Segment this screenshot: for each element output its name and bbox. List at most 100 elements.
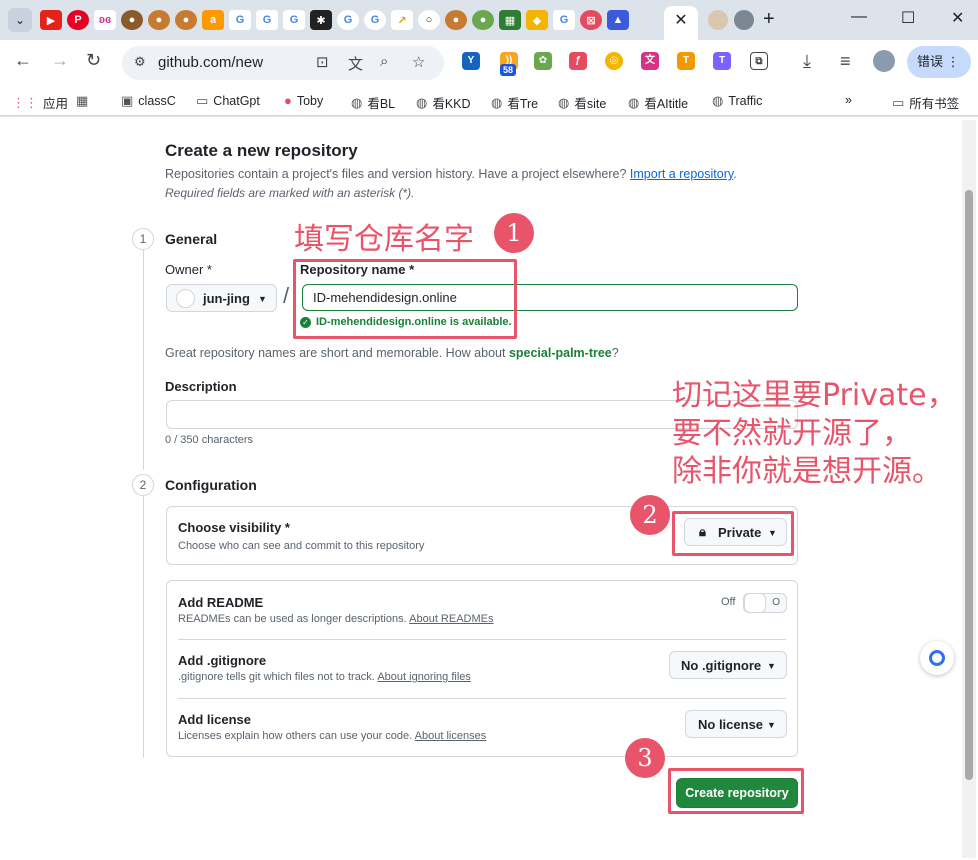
extension-icon[interactable]: ✿ bbox=[534, 52, 552, 70]
assistant-widget-icon[interactable] bbox=[920, 641, 954, 675]
char-count: 0 / 350 characters bbox=[165, 434, 254, 446]
owner-avatar bbox=[176, 289, 195, 308]
name-suggestion: Great repository names are short and mem… bbox=[165, 346, 619, 360]
extension-icon[interactable]: ƒ bbox=[569, 52, 587, 70]
tab-icon[interactable]: ● bbox=[445, 10, 467, 30]
import-repository-link[interactable]: Import a repository bbox=[630, 167, 733, 181]
butterfly-tab-icon[interactable]: ʚɞ bbox=[94, 10, 116, 30]
tab-icon[interactable]: ▲ bbox=[607, 10, 629, 30]
tab-icon[interactable] bbox=[708, 10, 728, 30]
extension-icon[interactable]: 文 bbox=[641, 52, 659, 70]
caret-down-icon: ▼ bbox=[258, 294, 267, 304]
subtitle-end: . bbox=[733, 167, 737, 181]
maximize-icon[interactable]: ☐ bbox=[901, 8, 915, 28]
google-tab-icon[interactable]: G bbox=[337, 10, 359, 30]
tab-strip: ⌄ ▶ P ʚɞ ● ● ● a G G G ✱ G G ↗ ○ ● ● ▦ ◆… bbox=[0, 0, 978, 40]
annotation-marker-3: 3 bbox=[625, 738, 665, 778]
tab-icon[interactable]: ● bbox=[472, 10, 494, 30]
url-text[interactable]: github.com/new bbox=[158, 54, 263, 71]
tab-icon[interactable]: ▦ bbox=[499, 10, 521, 30]
tab-icon[interactable]: ○ bbox=[418, 10, 440, 30]
extension-icon[interactable]: ◎ bbox=[605, 52, 623, 70]
forward-arrow-icon[interactable]: → bbox=[51, 50, 69, 71]
about-ignoring-files-link[interactable]: About ignoring files bbox=[377, 671, 471, 683]
download-icon[interactable]: ⤓ bbox=[803, 51, 811, 72]
zoom-icon[interactable]: ⌕ bbox=[380, 53, 388, 70]
error-button[interactable]: 错误 ⋮ bbox=[907, 46, 971, 78]
tab-icon[interactable]: ● bbox=[175, 10, 197, 30]
media-control-icon[interactable]: ≡ bbox=[840, 51, 851, 72]
bookmark-label: Traffic bbox=[728, 94, 763, 108]
google-tab-icon[interactable]: G bbox=[256, 10, 278, 30]
all-bookmarks[interactable]: ▭ 所有书签 bbox=[892, 93, 959, 112]
license-title: Add license bbox=[178, 712, 251, 727]
extension-icon[interactable]: T bbox=[713, 52, 731, 70]
suggested-name-link[interactable]: special-palm-tree bbox=[509, 346, 612, 360]
extensions-puzzle-icon[interactable]: ⧉ bbox=[750, 52, 768, 70]
owner-select[interactable]: jun-jing ▼ bbox=[166, 284, 277, 312]
youtube-tab-icon[interactable]: ▶ bbox=[40, 10, 62, 30]
readme-desc-text: READMEs can be used as longer descriptio… bbox=[178, 613, 407, 625]
bookmark-toby[interactable]: ● Toby bbox=[284, 93, 323, 108]
google-tab-icon[interactable]: G bbox=[364, 10, 386, 30]
bookmark-grid[interactable]: ▦ bbox=[76, 93, 93, 109]
profile-avatar[interactable] bbox=[873, 50, 895, 72]
back-arrow-icon[interactable]: ← bbox=[14, 50, 32, 71]
address-bar[interactable]: ⚙ github.com/new ⊡ 文 ⌕ ☆ bbox=[122, 46, 444, 80]
license-select[interactable]: No license ▼ bbox=[685, 710, 787, 738]
reload-icon[interactable]: ↻ bbox=[86, 50, 101, 71]
owner-label: Owner * bbox=[165, 262, 212, 277]
globe-icon: ◍ bbox=[351, 94, 363, 110]
globe-tab-icon[interactable] bbox=[734, 10, 754, 30]
tab-icon[interactable]: ● bbox=[121, 10, 143, 30]
caret-down-icon: ▼ bbox=[767, 720, 776, 730]
extension-icon[interactable]: Y bbox=[462, 52, 480, 70]
annotation-box-repo-name bbox=[293, 259, 517, 339]
google-tab-icon[interactable]: G bbox=[229, 10, 251, 30]
bookmark-chatgpt[interactable]: ▭ ChatGpt bbox=[196, 93, 260, 109]
bookmark-star-icon[interactable]: ☆ bbox=[412, 53, 425, 71]
globe-icon: ◍ bbox=[558, 94, 570, 110]
bookmark-classc[interactable]: ▣ classC bbox=[121, 93, 176, 109]
globe-icon: ◍ bbox=[491, 94, 503, 110]
minimize-icon[interactable]: — bbox=[851, 8, 867, 26]
bookmark-bl[interactable]: ◍ 看BL bbox=[351, 93, 395, 112]
install-app-icon[interactable]: ⊡ bbox=[316, 53, 329, 71]
about-readmes-link[interactable]: About READMEs bbox=[409, 613, 493, 625]
bookmark-kkd[interactable]: ◍ 看KKD bbox=[416, 93, 471, 112]
active-tab-close-icon[interactable]: ✕ bbox=[664, 6, 698, 40]
subtitle-text: Repositories contain a project's files a… bbox=[165, 167, 627, 181]
amazon-tab-icon[interactable]: a bbox=[202, 10, 224, 30]
section-title-general: General bbox=[165, 231, 218, 247]
step-connector bbox=[143, 250, 144, 470]
bookmark-tre[interactable]: ◍ 看Tre bbox=[491, 93, 538, 112]
tab-icon[interactable]: ● bbox=[148, 10, 170, 30]
divider bbox=[178, 639, 786, 640]
bookmark-label: 应用 bbox=[43, 97, 69, 111]
tab-icon[interactable]: ◆ bbox=[526, 10, 548, 30]
license-desc-text: Licenses explain how others can use your… bbox=[178, 730, 413, 742]
pinterest-tab-icon[interactable]: P bbox=[67, 10, 89, 30]
bookmarks-overflow-icon[interactable]: » bbox=[845, 93, 852, 107]
translate-icon[interactable]: 文 bbox=[348, 53, 363, 74]
readme-toggle[interactable]: O bbox=[743, 593, 787, 613]
tab-search-chevron-icon[interactable]: ⌄ bbox=[8, 8, 32, 32]
gitignore-select[interactable]: No .gitignore ▼ bbox=[669, 651, 787, 679]
trends-tab-icon[interactable]: ↗ bbox=[391, 10, 413, 30]
site-settings-icon[interactable]: ⚙ bbox=[134, 54, 146, 70]
scrollbar-thumb[interactable] bbox=[965, 190, 973, 780]
bookmark-aititle[interactable]: ◍ 看AItitle bbox=[628, 93, 688, 112]
toggle-off-icon: O bbox=[772, 597, 780, 608]
bookmark-site[interactable]: ◍ 看site bbox=[558, 93, 606, 112]
about-licenses-link[interactable]: About licenses bbox=[415, 730, 487, 742]
bookmark-traffic[interactable]: ◍ Traffic bbox=[712, 93, 762, 109]
all-bookmarks-label: 所有书签 bbox=[909, 97, 960, 111]
new-tab-plus-icon[interactable]: + bbox=[763, 8, 775, 31]
google-tab-icon[interactable]: G bbox=[283, 10, 305, 30]
extension-icon[interactable]: T bbox=[677, 52, 695, 70]
bookmark-apps[interactable]: ⋮⋮ 应用 bbox=[12, 93, 68, 112]
google-tab-icon[interactable]: G bbox=[553, 10, 575, 30]
tab-icon[interactable]: ⊠ bbox=[580, 10, 602, 30]
close-window-icon[interactable]: ✕ bbox=[951, 8, 964, 28]
tab-icon[interactable]: ✱ bbox=[310, 10, 332, 30]
